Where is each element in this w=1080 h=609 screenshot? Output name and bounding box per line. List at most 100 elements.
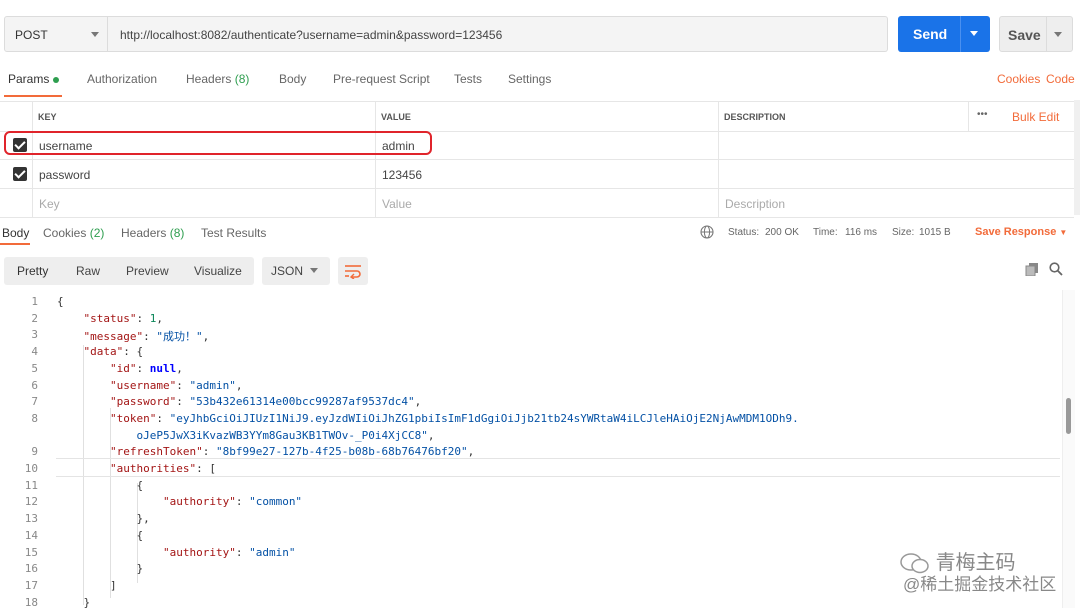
send-button[interactable]: Send — [898, 16, 990, 52]
cookies-link[interactable]: Cookies — [997, 72, 1040, 86]
save-button[interactable]: Save — [999, 16, 1073, 52]
params-scrollbar[interactable] — [1074, 100, 1080, 215]
format-label: JSON — [271, 264, 304, 278]
url-text: http://localhost:8082/authenticate?usern… — [120, 28, 503, 42]
new-description-input[interactable]: Description — [725, 197, 785, 211]
line-number: 10 — [24, 462, 38, 475]
code-line: { — [57, 478, 144, 492]
tab-prerequest-script[interactable]: Pre-request Script — [333, 72, 430, 86]
param-value-password[interactable]: 123456 — [382, 168, 422, 182]
col-divider — [968, 101, 969, 131]
code-line: "token": "eyJhbGciOiJIUzI1NiJ9.eyJzdWIiO… — [109, 411, 799, 425]
param-key-password[interactable]: password — [39, 168, 90, 182]
code-line: } — [57, 562, 144, 576]
save-dropdown-icon[interactable] — [1054, 32, 1062, 37]
more-options-icon[interactable]: ••• — [977, 109, 988, 120]
resp-tab-test-results[interactable]: Test Results — [201, 226, 266, 240]
col-divider — [32, 101, 33, 217]
status-value: 200 OK — [765, 227, 799, 238]
line-number: 1 — [31, 295, 38, 308]
tab-params[interactable]: Params — [8, 72, 60, 86]
chevron-down-icon — [91, 32, 99, 37]
code-line: "authority": "common" — [162, 495, 303, 509]
checkbox-password[interactable] — [13, 167, 27, 181]
view-visualize-button[interactable]: Visualize — [194, 264, 242, 278]
editor-scrollbar[interactable] — [1062, 290, 1075, 608]
save-response-chevron-icon: ▼ — [1059, 228, 1068, 237]
line-number: 8 — [31, 411, 38, 425]
new-value-input[interactable]: Value — [382, 197, 412, 211]
send-dropdown-icon[interactable] — [970, 31, 978, 36]
line-number: 5 — [31, 361, 38, 375]
code-link[interactable]: Code — [1046, 72, 1075, 86]
resp-tab-headers[interactable]: Headers (8) — [121, 226, 184, 240]
line-number: 12 — [24, 495, 38, 509]
code-line: { — [57, 295, 64, 308]
resp-tab-cookies-label: Cookies — [43, 226, 87, 240]
line-number: 4 — [31, 345, 38, 359]
highlight-annotation — [4, 131, 432, 155]
resp-tab-body[interactable]: Body — [2, 226, 29, 240]
new-key-input[interactable]: Key — [39, 197, 60, 211]
tab-headers[interactable]: Headers (8) — [186, 72, 249, 86]
resp-tab-headers-count: (8) — [169, 226, 185, 240]
size-value: 1015 B — [919, 227, 951, 238]
tab-tests[interactable]: Tests — [454, 72, 482, 86]
col-divider — [375, 101, 376, 217]
col-divider — [718, 101, 719, 217]
send-divider — [960, 16, 961, 52]
tab-headers-count: (8) — [234, 72, 250, 86]
format-select[interactable]: JSON — [262, 257, 330, 285]
code-line: oJeP5JwX3iKvazWB3YYm8Gau3KB1TWOv-_P0i4Xj… — [136, 428, 435, 442]
resp-tab-body-underline — [0, 243, 30, 245]
view-mode-group: Pretty Raw Preview Visualize — [4, 257, 254, 285]
tab-settings[interactable]: Settings — [508, 72, 551, 86]
line-number: 13 — [24, 512, 38, 526]
tab-body[interactable]: Body — [279, 72, 306, 86]
line-number: 2 — [31, 311, 38, 325]
code-line: "data": { — [83, 345, 144, 359]
copy-icon[interactable] — [1025, 262, 1039, 279]
wrap-lines-button[interactable] — [338, 257, 368, 285]
table-bottom-border — [0, 217, 1074, 218]
code-line: "status": 1, — [83, 311, 163, 325]
code-line: "password": "53b432e61314e00bcc99287af95… — [109, 395, 422, 409]
line-number: 16 — [24, 562, 38, 576]
line-number: 11 — [24, 478, 38, 492]
search-icon[interactable] — [1049, 262, 1063, 279]
line-number: 14 — [24, 528, 38, 542]
send-label: Send — [913, 26, 948, 42]
row-divider — [0, 159, 1074, 160]
tab-params-label: Params — [8, 72, 50, 86]
size-label: Size: — [892, 227, 915, 238]
resp-tab-cookies-count: (2) — [89, 226, 105, 240]
code-line: "refreshToken": "8bf99e27-127b-4f25-b08b… — [109, 445, 475, 459]
code-line: } — [57, 595, 91, 609]
line-number: 3 — [31, 328, 38, 342]
col-header-description: DESCRIPTION — [724, 112, 786, 122]
view-preview-button[interactable]: Preview — [126, 264, 169, 278]
bulk-edit-link[interactable]: Bulk Edit — [1012, 110, 1059, 124]
line-number: 17 — [24, 578, 38, 592]
save-label: Save — [1008, 27, 1041, 43]
method-select[interactable]: POST — [4, 16, 108, 52]
view-pretty-button[interactable]: Pretty — [17, 264, 48, 278]
globe-icon[interactable] — [700, 225, 714, 239]
editor-scroll-thumb[interactable] — [1066, 398, 1071, 434]
time-value: 116 ms — [845, 227, 878, 238]
code-line: "authorities": [ — [109, 462, 216, 475]
code-line: "authority": "admin" — [162, 545, 296, 559]
line-number: 9 — [31, 445, 38, 459]
line-number: 18 — [24, 595, 38, 609]
params-active-dot — [53, 76, 60, 83]
col-header-key: KEY — [38, 112, 57, 122]
tab-params-underline — [4, 95, 62, 97]
url-input[interactable]: http://localhost:8082/authenticate?usern… — [108, 16, 888, 52]
resp-tab-cookies[interactable]: Cookies (2) — [43, 226, 104, 240]
tab-authorization[interactable]: Authorization — [87, 72, 157, 86]
code-line: "id": null, — [109, 361, 183, 375]
save-response-button[interactable]: Save Response ▼ — [975, 226, 1067, 238]
time-label: Time: — [813, 227, 838, 238]
save-response-label: Save Response — [975, 226, 1057, 238]
view-raw-button[interactable]: Raw — [76, 264, 100, 278]
